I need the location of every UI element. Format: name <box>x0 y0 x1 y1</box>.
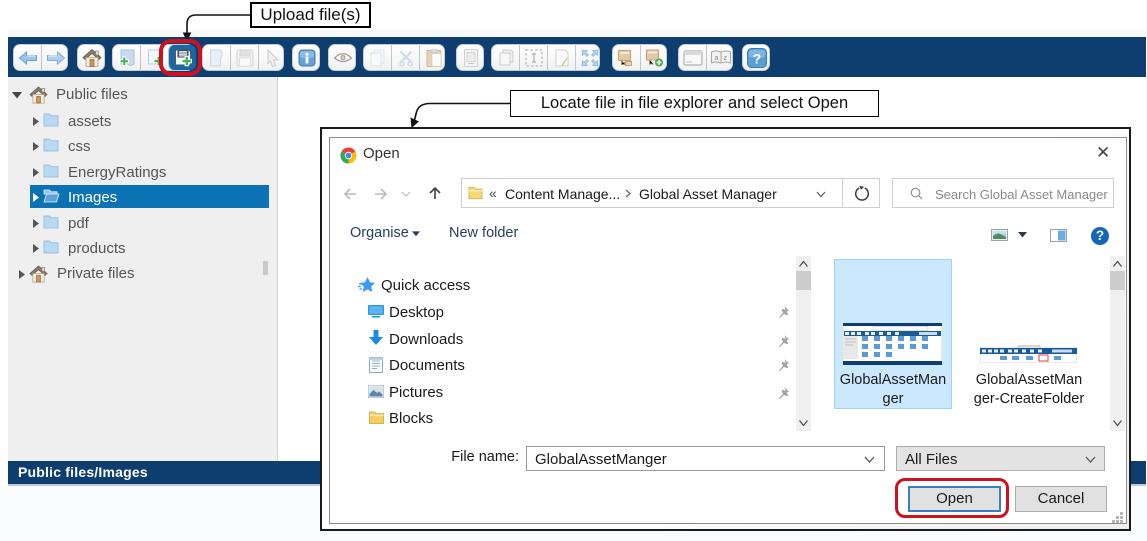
svg-text:a: a <box>714 55 718 62</box>
svg-text:z: z <box>723 55 727 62</box>
svg-text:?: ? <box>752 50 761 66</box>
